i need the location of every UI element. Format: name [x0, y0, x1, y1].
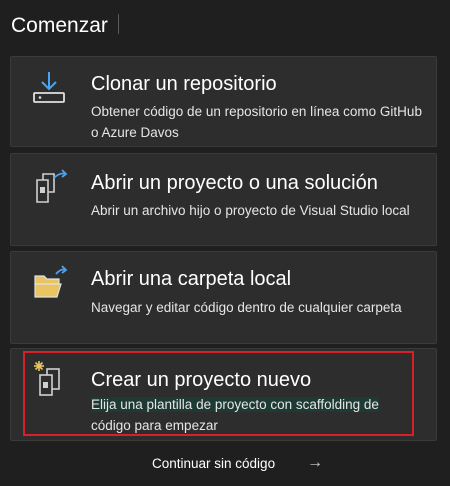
new-project-card[interactable]: Crear un proyecto nuevo Elija una planti…: [10, 348, 437, 441]
new-project-icon: [27, 357, 71, 401]
open-folder-card[interactable]: Abrir una carpeta local Navegar y editar…: [10, 251, 437, 344]
open-project-heading: Abrir un proyecto o una solución: [91, 172, 378, 194]
clone-repository-card[interactable]: Clonar un repositorio Obtener código de …: [10, 56, 437, 147]
open-project-card[interactable]: Abrir un proyecto o una solución Abrir u…: [10, 153, 437, 246]
continue-without-code-link[interactable]: Continuar sin código: [152, 456, 275, 471]
text-caret: [118, 14, 119, 34]
new-project-description-line2: código para empezar: [91, 418, 218, 433]
clone-repository-heading: Clonar un repositorio: [91, 73, 277, 95]
clone-repository-description: Obtener código de un repositorio en líne…: [91, 104, 422, 140]
page-title: Comenzar: [11, 14, 108, 37]
open-project-icon: [27, 166, 71, 210]
open-folder-heading: Abrir una carpeta local: [91, 268, 292, 290]
download-clone-icon: [27, 67, 71, 111]
new-project-heading: Crear un proyecto nuevo: [91, 369, 312, 391]
open-folder-icon: [27, 262, 71, 306]
new-project-description: Elija una plantilla de proyecto con scaf…: [91, 394, 428, 436]
new-project-description-line1: Elija una plantilla de proyecto con scaf…: [91, 397, 379, 412]
open-folder-description: Navegar y editar código dentro de cualqu…: [91, 300, 402, 315]
open-project-description: Abrir un archivo hijo o proyecto de Visu…: [91, 203, 410, 218]
arrow-right-icon[interactable]: →: [307, 454, 323, 472]
